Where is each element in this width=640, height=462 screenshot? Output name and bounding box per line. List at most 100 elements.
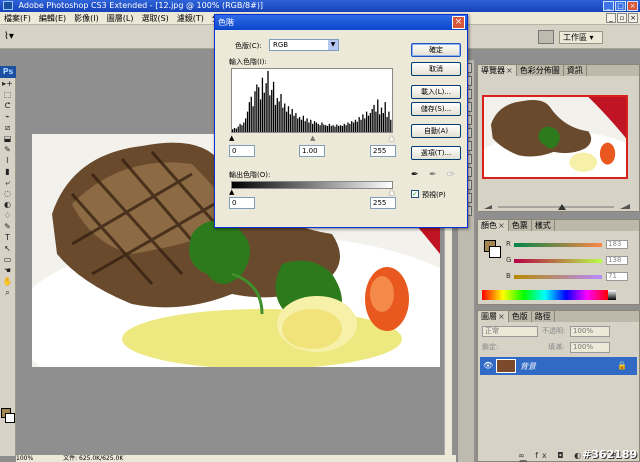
crop-tool-icon[interactable]: ⧄ (0, 122, 15, 133)
output-white-slider[interactable]: ▲ (389, 189, 394, 196)
cancel-button[interactable]: 取消 (411, 62, 461, 76)
histogram-bar (332, 125, 334, 132)
save-button[interactable]: 儲存(S)... (411, 102, 461, 116)
output-black-field[interactable]: 0 (229, 197, 255, 209)
fill-input[interactable]: 100% (570, 342, 610, 353)
zoom-level[interactable]: 100% (16, 455, 33, 462)
move-tool-icon[interactable]: ▸+ (0, 78, 15, 89)
input-gamma-field[interactable]: 1.00 (299, 145, 325, 157)
doc-restore-button[interactable]: ▫ (617, 13, 627, 23)
menu-image[interactable]: 影像(I) (70, 13, 103, 24)
background-color-swatch[interactable] (5, 413, 15, 423)
histogram-bar (313, 121, 316, 132)
maximize-button[interactable]: □ (615, 1, 626, 11)
doc-close-button[interactable]: × (628, 13, 638, 23)
doc-minimize-button[interactable]: _ (606, 13, 616, 23)
ok-button[interactable]: 確定 (411, 43, 461, 57)
input-black-slider[interactable]: ▲ (229, 135, 234, 142)
layer-row-background[interactable]: 👁 背景 🔒 (480, 357, 637, 375)
close-window-button[interactable]: × (627, 1, 638, 11)
type-tool-icon[interactable]: T (0, 232, 15, 243)
white-eyedropper-icon[interactable]: ✒ (447, 170, 455, 180)
shape-tool-icon[interactable]: ▭ (0, 254, 15, 265)
tab-info[interactable]: 資訊 (564, 65, 587, 76)
gray-eyedropper-icon[interactable]: ✒ (429, 170, 437, 180)
eraser-tool-icon[interactable]: ◌ (0, 188, 15, 199)
navigator-thumbnail[interactable] (482, 95, 628, 179)
black-eyedropper-icon[interactable]: ✒ (411, 170, 419, 180)
magic-wand-tool-icon[interactable]: ⌁ (0, 111, 15, 122)
window-controls: _ □ × (603, 1, 638, 11)
brush-tool-icon[interactable]: ⌇ (0, 155, 15, 166)
bridge-icon[interactable] (538, 30, 554, 44)
histogram-bar (386, 117, 388, 132)
menu-filter[interactable]: 濾鏡(T) (173, 13, 208, 24)
tab-styles[interactable]: 樣式 (532, 220, 555, 231)
blue-value[interactable]: 71 (606, 272, 628, 281)
history-brush-tool-icon[interactable]: ⤶ (0, 177, 15, 188)
eyedropper-tool-icon[interactable]: ⌇▾ (4, 31, 14, 42)
output-white-field[interactable]: 255 (370, 197, 396, 209)
gradient-tool-icon[interactable]: ◐ (0, 199, 15, 210)
tab-paths[interactable]: 路徑 (532, 311, 555, 322)
tab-layers[interactable]: 圖層× (478, 311, 509, 322)
color-bg-swatch[interactable] (489, 246, 501, 258)
output-black-slider[interactable]: ▲ (229, 189, 234, 196)
histogram-bar (390, 119, 392, 132)
workspace-dropdown[interactable]: 工作區 ▾ (559, 31, 603, 44)
blend-mode-select[interactable]: 正常 (482, 326, 538, 337)
minimize-button[interactable]: _ (603, 1, 614, 11)
histogram-bar (325, 125, 327, 132)
status-bar: 100% 文件: 625.0K/625.0K (16, 455, 456, 462)
menu-file[interactable]: 檔案(F) (0, 13, 35, 24)
pen-tool-icon[interactable]: ✎ (0, 221, 15, 232)
navigator-panel: 導覽器× 色彩分佈圖 資訊 (477, 64, 640, 212)
navigator-zoom-slider[interactable] (482, 203, 632, 211)
channel-select[interactable]: RGB ▼ (269, 39, 339, 51)
tab-navigator[interactable]: 導覽器× (478, 65, 517, 76)
input-black-field[interactable]: 0 (229, 145, 255, 157)
opacity-input[interactable]: 100% (570, 326, 610, 337)
red-slider[interactable] (514, 243, 602, 247)
clone-stamp-tool-icon[interactable]: ▮ (0, 166, 15, 177)
blue-label: B (506, 272, 511, 280)
zoom-tool-icon[interactable]: ⌕ (0, 287, 15, 298)
path-selection-tool-icon[interactable]: ↖ (0, 243, 15, 254)
marquee-tool-icon[interactable]: ⬚ (0, 89, 15, 100)
green-value[interactable]: 138 (606, 256, 628, 265)
menu-select[interactable]: 選取(S) (137, 13, 172, 24)
slice-tool-icon[interactable]: ⬓ (0, 133, 15, 144)
dodge-tool-icon[interactable]: ♢ (0, 210, 15, 221)
menu-edit[interactable]: 編輯(E) (35, 13, 70, 24)
tab-histogram[interactable]: 色彩分佈圖 (517, 65, 564, 76)
menu-layer[interactable]: 圖層(L) (103, 13, 138, 24)
hand-tool-icon[interactable]: ✋ (0, 276, 15, 287)
visibility-eye-icon[interactable]: 👁 (483, 361, 493, 370)
color-spectrum[interactable] (482, 290, 608, 300)
auto-button[interactable]: 自動(A) (411, 124, 461, 138)
lasso-tool-icon[interactable]: ᕦ (0, 100, 15, 111)
red-value[interactable]: 183 (606, 240, 628, 249)
healing-brush-tool-icon[interactable]: ✎ (0, 144, 15, 155)
navigator-photo (484, 97, 626, 177)
options-button[interactable]: 選項(T)... (411, 146, 461, 160)
tab-channels[interactable]: 色版 (509, 311, 532, 322)
input-white-field[interactable]: 255 (370, 145, 396, 157)
color-panel: 顏色× 色票 樣式 R 183 G 138 B 71 (477, 219, 640, 305)
histogram-bar (263, 92, 265, 132)
green-slider[interactable] (514, 259, 602, 263)
histogram-bar (326, 125, 329, 132)
preview-checkbox[interactable]: ✓ (411, 190, 419, 198)
layers-tabs: 圖層× 色版 路徑 (478, 311, 639, 322)
input-white-slider[interactable]: ▲ (389, 135, 394, 142)
dialog-close-button[interactable]: × (452, 16, 465, 29)
blue-slider[interactable] (514, 275, 602, 279)
tab-color[interactable]: 顏色× (478, 220, 509, 231)
input-gamma-slider[interactable]: ▲ (310, 135, 315, 142)
color-spectrum-bw[interactable] (608, 290, 616, 300)
tab-swatches[interactable]: 色票 (509, 220, 532, 231)
notes-tool-icon[interactable]: ☚ (0, 265, 15, 276)
histogram-bar (261, 77, 264, 132)
histogram-bar (298, 117, 301, 132)
load-button[interactable]: 載入(L)... (411, 85, 461, 99)
